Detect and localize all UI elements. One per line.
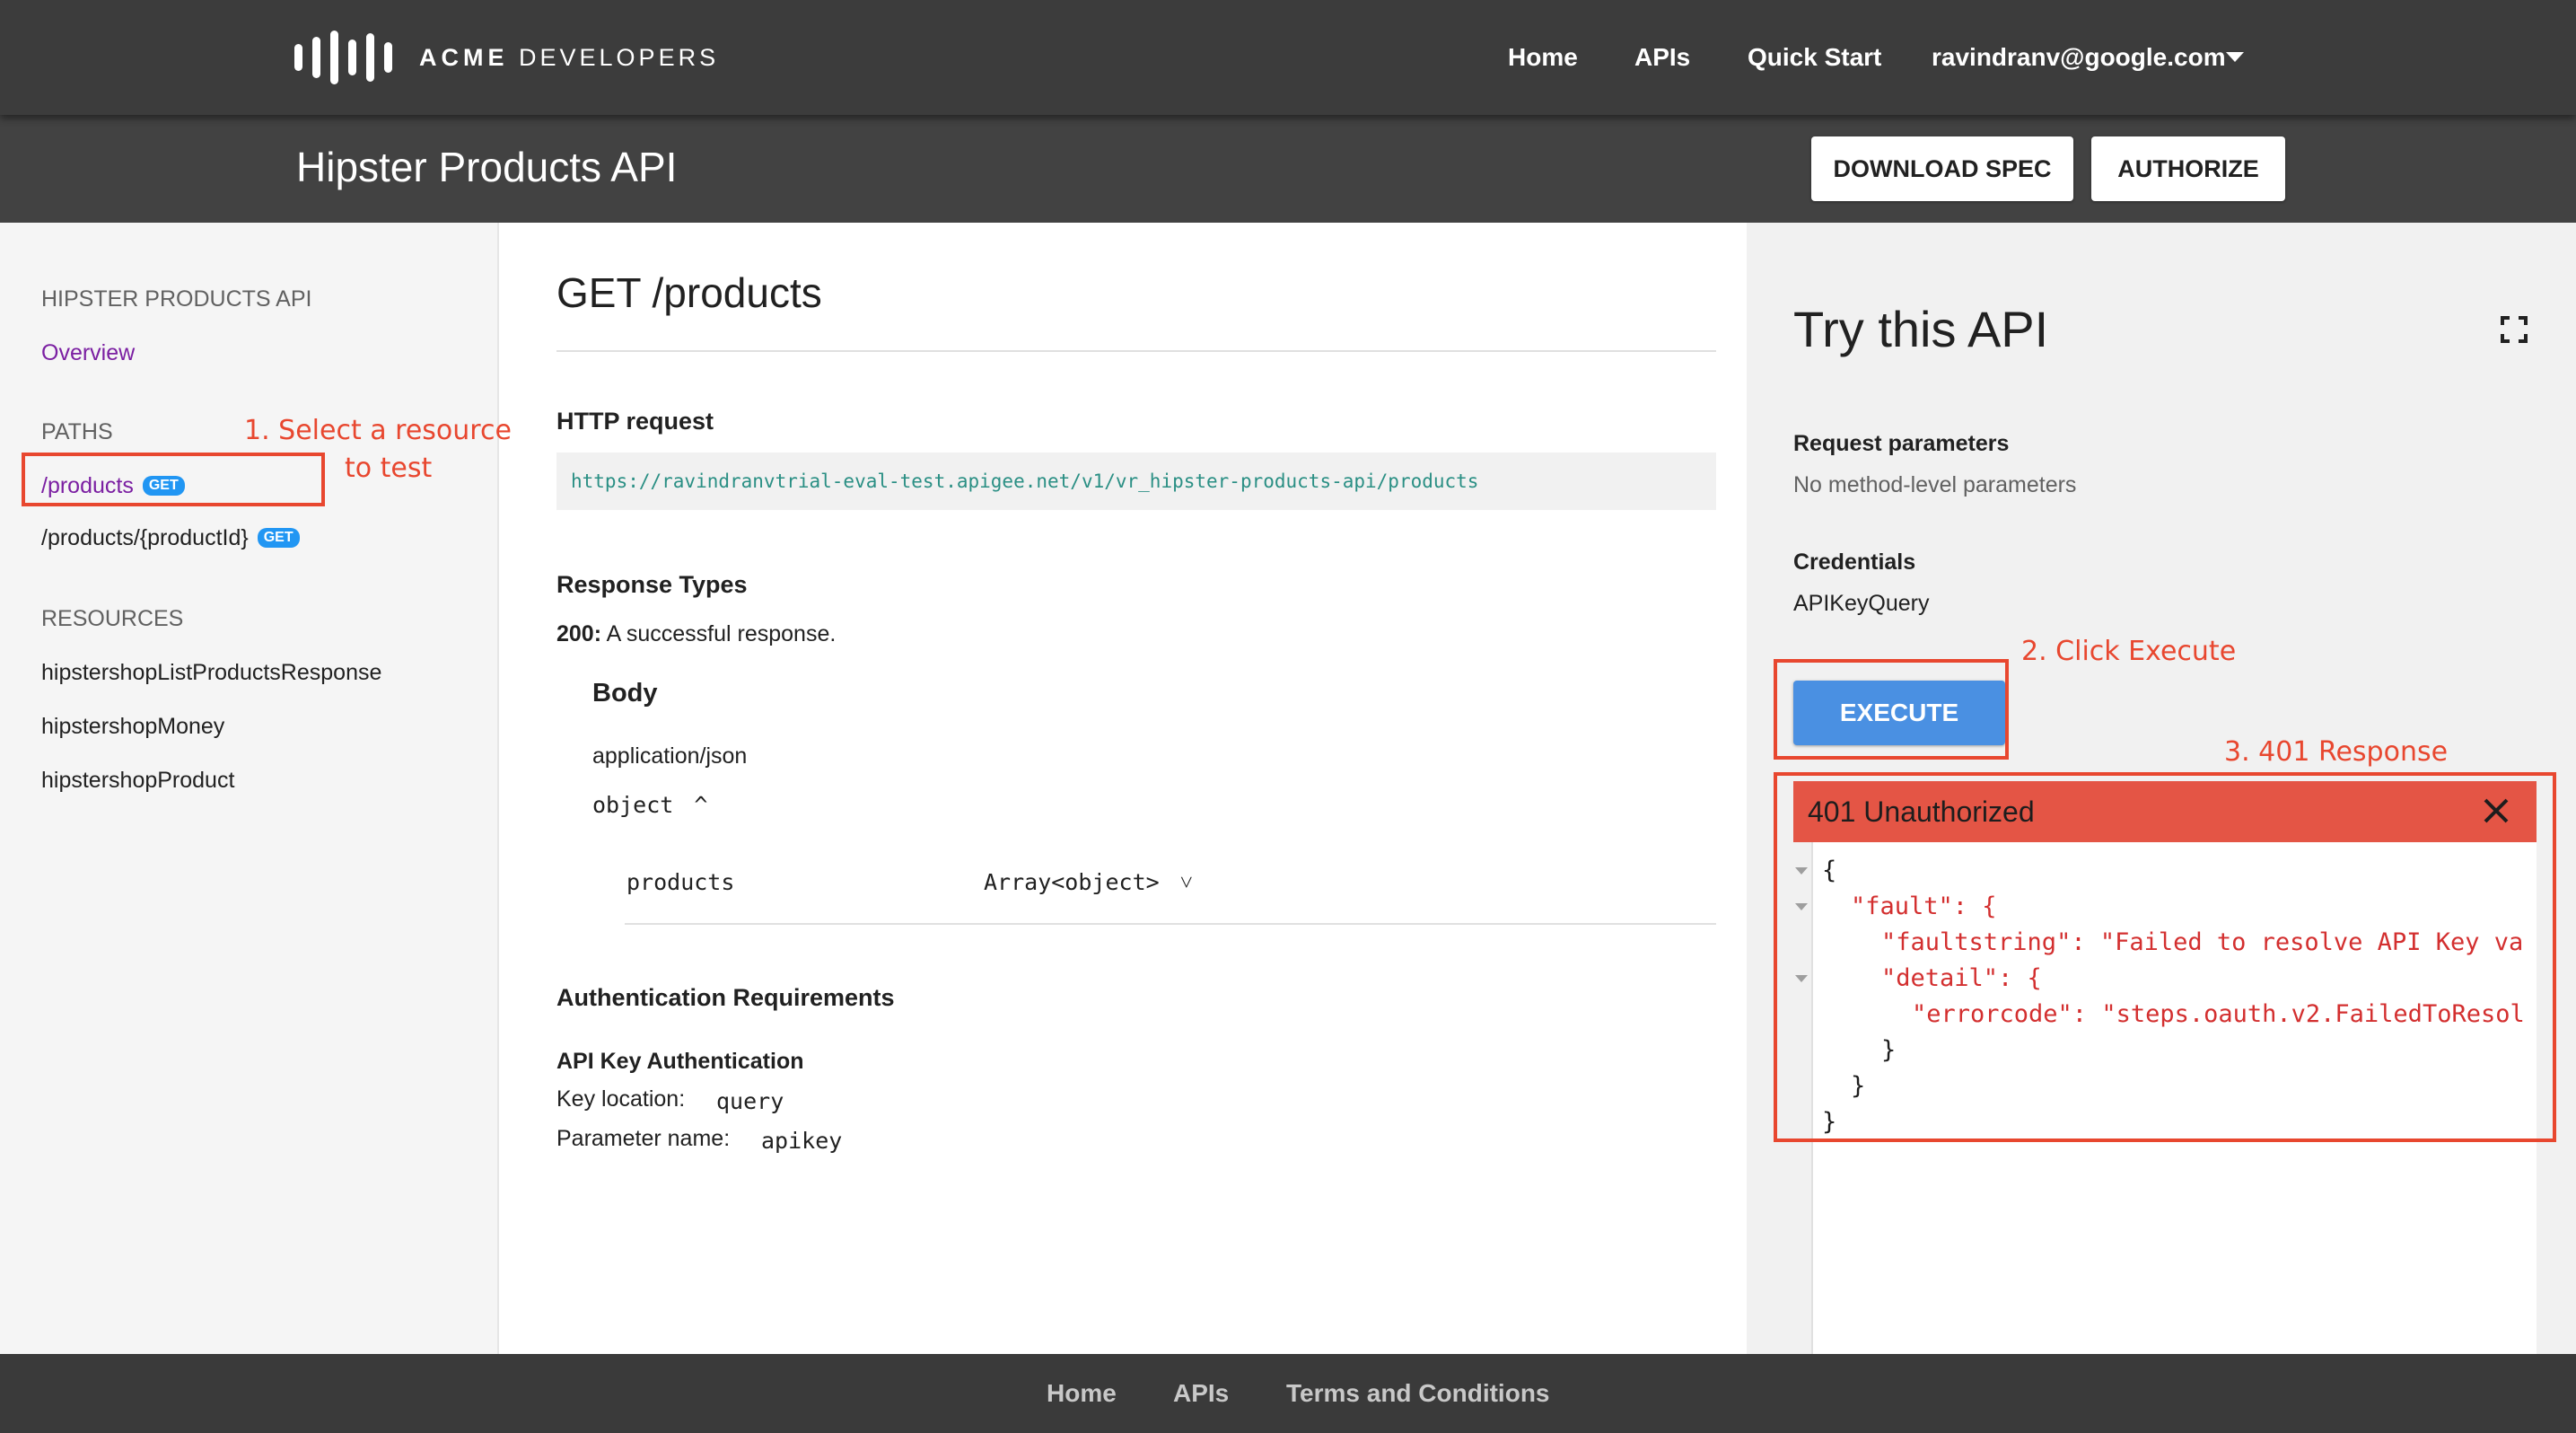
annotation-box-execute: [1774, 659, 2009, 760]
footer-terms-link[interactable]: Terms and Conditions: [1286, 1377, 1550, 1410]
sidebar-item-resource[interactable]: hipstershopListProductsResponse: [41, 657, 381, 688]
sidebar-item-resource[interactable]: hipstershopMoney: [41, 711, 224, 742]
response-code: 200:: [556, 621, 602, 646]
field-type-toggle[interactable]: Array<object> ˅: [984, 869, 1193, 896]
sidebar-item-label: /products/{productId}: [41, 525, 249, 550]
response-description: A successful response.: [606, 621, 837, 646]
sidebar-item-overview[interactable]: Overview: [41, 338, 135, 368]
object-toggle[interactable]: object ^: [592, 792, 707, 818]
annotation-box-response: [1774, 772, 2556, 1142]
field-name: products: [626, 869, 735, 895]
nav-quick-start[interactable]: Quick Start: [1748, 40, 1881, 75]
annotation-box-select-resource: [22, 453, 325, 506]
http-request-heading: HTTP request: [556, 408, 714, 435]
waveform-logo-icon: [294, 31, 392, 84]
nav-home[interactable]: Home: [1508, 40, 1578, 75]
sidebar-paths-heading: PATHS: [41, 419, 113, 444]
authorize-button[interactable]: AUTHORIZE: [2091, 136, 2285, 201]
annotation-step2: 2. Click Execute: [2021, 636, 2237, 667]
acme-logo[interactable]: ACME DEVELOPERS: [294, 31, 719, 84]
annotation-step1: 1. Select a resource: [244, 415, 512, 446]
response-types-heading: Response Types: [556, 571, 748, 598]
get-method-badge: GET: [257, 528, 300, 548]
sidebar-item-product-by-id[interactable]: /products/{productId} GET: [41, 523, 300, 553]
title-divider: [556, 350, 1716, 352]
auth-type: API Key Authentication: [556, 1049, 804, 1074]
field-type: Array<object>: [984, 869, 1160, 895]
sidebar-item-resource[interactable]: hipstershopProduct: [41, 765, 234, 796]
fullscreen-icon[interactable]: [2501, 316, 2528, 343]
request-params-heading: Request parameters: [1793, 431, 2010, 456]
body-heading: Body: [592, 679, 658, 708]
content-type: application/json: [592, 743, 748, 769]
param-name-value: apikey: [761, 1128, 843, 1154]
credentials-value[interactable]: APIKeyQuery: [1793, 591, 1929, 617]
user-menu[interactable]: ravindranv@google.com: [1932, 40, 2226, 75]
footer-apis-link[interactable]: APIs: [1173, 1377, 1229, 1410]
endpoint-title: GET /products: [556, 269, 822, 316]
request-url: https://ravindranvtrial-eval-test.apigee…: [556, 453, 1716, 510]
param-name-label: Parameter name:: [556, 1126, 731, 1151]
sidebar-api-heading: HIPSTER PRODUCTS API: [41, 286, 312, 312]
logo-text: ACME DEVELOPERS: [419, 43, 720, 71]
top-navbar: ACME DEVELOPERS Home APIs Quick Start ra…: [0, 0, 2576, 115]
field-divider: [625, 923, 1716, 925]
annotation-step3: 3. 401 Response: [2224, 736, 2449, 768]
footer-home-link[interactable]: Home: [1047, 1377, 1117, 1410]
page-title: Hipster Products API: [296, 144, 678, 190]
chevron-down-icon: ˅: [1179, 869, 1193, 895]
request-params-value: No method-level parameters: [1793, 472, 2077, 497]
chevron-down-icon[interactable]: [2226, 52, 2244, 62]
nav-apis[interactable]: APIs: [1634, 40, 1690, 75]
annotation-step1-line2: to test: [345, 453, 433, 484]
try-api-title: Try this API: [1793, 301, 2049, 357]
key-location-label: Key location:: [556, 1086, 686, 1112]
response-200: 200: A successful response.: [556, 621, 836, 647]
sidebar-resources-heading: RESOURCES: [41, 606, 184, 631]
chevron-up-icon: ^: [694, 792, 708, 818]
object-label: object: [592, 792, 674, 818]
download-spec-button[interactable]: DOWNLOAD SPEC: [1811, 136, 2073, 201]
key-location-value: query: [716, 1088, 784, 1114]
credentials-heading: Credentials: [1793, 549, 1916, 575]
auth-heading: Authentication Requirements: [556, 984, 895, 1011]
